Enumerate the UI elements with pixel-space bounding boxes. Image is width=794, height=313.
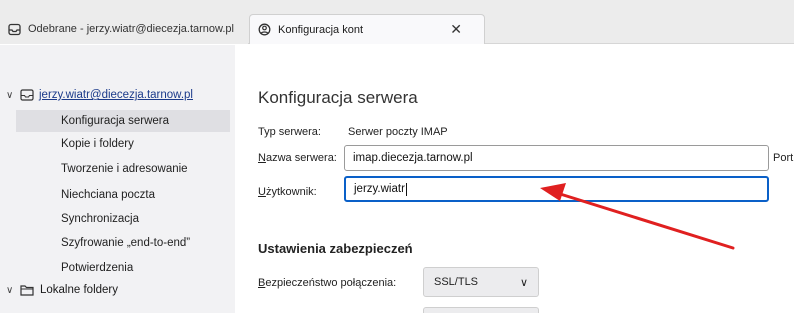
sidebar-item-receipts[interactable]: Potwierdzenia <box>16 257 230 279</box>
sidebar-item-e2e-encryption[interactable]: Szyfrowanie „end-to-end” <box>16 232 230 254</box>
local-folders-label: Lokalne foldery <box>40 284 118 296</box>
folder-icon <box>20 284 34 296</box>
account-settings-sidebar: ∨ jerzy.wiatr@diecezja.tarnow.pl Konfigu… <box>0 45 235 313</box>
server-name-field[interactable]: imap.diecezja.tarnow.pl <box>344 145 769 171</box>
security-section-title: Ustawienia zabezpieczeń <box>258 241 413 256</box>
sidebar-account[interactable]: ∨ jerzy.wiatr@diecezja.tarnow.pl <box>6 89 193 101</box>
accesskey-letter: U <box>258 186 266 198</box>
tab-inbox-label: Odebrane - jerzy.wiatr@diecezja.tarnow.p… <box>28 23 234 35</box>
account-name-link[interactable]: jerzy.wiatr@diecezja.tarnow.pl <box>39 89 193 101</box>
sidebar-item-label: Szyfrowanie „end-to-end” <box>61 237 191 249</box>
tab-account-settings-label: Konfiguracja kont <box>278 23 363 36</box>
username-label: Użytkownik: <box>258 186 317 198</box>
chevron-down-icon: ∨ <box>519 276 528 289</box>
sidebar-item-server-settings[interactable]: Konfiguracja serwera <box>16 110 230 132</box>
connection-security-value: SSL/TLS <box>434 276 479 288</box>
account-settings-icon <box>258 23 271 36</box>
sidebar-item-label: Potwierdzenia <box>61 262 134 274</box>
sidebar-item-label: Niechciana poczta <box>61 189 155 201</box>
server-type-value: Serwer poczty IMAP <box>348 126 448 138</box>
sidebar-item-label: Tworzenie i adresowanie <box>61 163 188 175</box>
label-text: ezpieczeństwo połączenia: <box>265 277 397 289</box>
label-text: azwa serwera: <box>265 152 337 164</box>
sidebar-item-label: Kopie i foldery <box>61 138 134 150</box>
auth-method-select[interactable] <box>423 307 539 313</box>
connection-security-label: Bezpieczeństwo połączenia: <box>258 277 396 289</box>
label-text: żytkownik: <box>265 186 317 198</box>
page-title: Konfiguracja serwera <box>258 88 418 107</box>
inbox-icon <box>8 23 21 36</box>
port-label: Port <box>773 152 794 164</box>
accesskey-letter: N <box>258 152 266 164</box>
tab-account-settings[interactable]: Konfiguracja kont ✕ <box>249 14 485 44</box>
connection-security-select[interactable]: SSL/TLS ∨ <box>423 267 539 297</box>
sidebar-item-copies-folders[interactable]: Kopie i foldery <box>16 133 230 155</box>
server-name-value: imap.diecezja.tarnow.pl <box>353 152 473 164</box>
server-type-label: Typ serwera: <box>258 126 321 138</box>
username-field[interactable]: jerzy.wiatr <box>344 176 769 202</box>
server-name-label: Nazwa serwera: <box>258 152 337 164</box>
sidebar-item-composition[interactable]: Tworzenie i adresowanie <box>16 158 230 180</box>
mail-account-icon <box>20 89 34 101</box>
sidebar-item-label: Synchronizacja <box>61 213 139 225</box>
chevron-down-icon[interactable]: ∨ <box>6 90 18 101</box>
sidebar-item-sync[interactable]: Synchronizacja <box>16 208 230 230</box>
sidebar-item-label: Konfiguracja serwera <box>61 115 170 127</box>
text-caret <box>405 182 407 196</box>
tab-inbox[interactable]: Odebrane - jerzy.wiatr@diecezja.tarnow.p… <box>0 14 248 44</box>
sidebar-local-folders[interactable]: ∨ Lokalne foldery <box>6 284 118 296</box>
tab-bar: Odebrane - jerzy.wiatr@diecezja.tarnow.p… <box>0 0 794 44</box>
username-value: jerzy.wiatr <box>354 183 405 195</box>
chevron-down-icon[interactable]: ∨ <box>6 285 18 296</box>
close-tab-icon[interactable]: ✕ <box>450 21 462 38</box>
server-settings-pane: Konfiguracja serwera Typ serwera: Serwer… <box>236 45 794 313</box>
sidebar-item-junk[interactable]: Niechciana poczta <box>16 184 230 206</box>
